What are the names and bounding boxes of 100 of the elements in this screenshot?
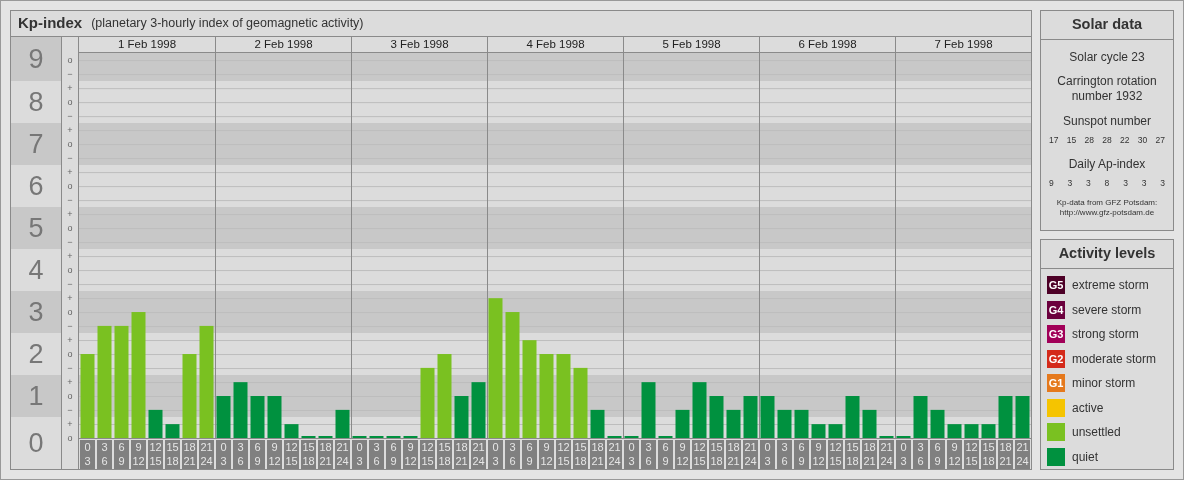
sunspot-value: 15 [1066, 134, 1077, 147]
sunspot-value: 30 [1137, 134, 1148, 147]
day-label: 2 Feb 1998 [215, 37, 351, 52]
sunspot-value: 27 [1155, 134, 1165, 147]
ap-index-heading: Daily Ap-index [1068, 155, 1146, 173]
sunspot-value: 22 [1120, 134, 1130, 147]
sunspot-value: 28 [1102, 134, 1112, 147]
level-label: strong storm [1072, 326, 1139, 344]
time-label: 12 15 [420, 440, 435, 469]
y-minor-tick-label: + [66, 418, 74, 430]
ap-index-value: 3 [1067, 176, 1073, 190]
time-label: 15 18 [165, 440, 180, 469]
y-minor-tick-label: − [66, 362, 74, 374]
y-minor-tick-label: − [66, 236, 74, 249]
level-label: moderate storm [1072, 350, 1157, 368]
time-label: 3 6 [641, 440, 656, 469]
time-label: 12 15 [692, 440, 707, 469]
level-label: unsettled [1072, 424, 1121, 442]
panel-title: Solar data [1041, 11, 1173, 40]
time-label: 15 18 [709, 440, 724, 469]
solar-cycle-text: Solar cycle 23 [1069, 49, 1145, 66]
source-note: http://www.gfz-potsdam.de [1059, 207, 1155, 218]
time-label: 9 12 [675, 440, 690, 469]
time-label: 9 12 [131, 440, 146, 469]
time-label: 18 21 [726, 440, 741, 469]
time-label: 21 24 [471, 440, 486, 469]
y-axis-label: 5 [11, 207, 61, 250]
ap-index-value: 3 [1086, 176, 1091, 190]
y-minor-tick-label: + [66, 292, 74, 305]
carrington-rotation-text: Carrington rotation number 1932 [1056, 74, 1158, 104]
y-minor-tick-label: o [66, 54, 74, 67]
y-minor-tick-label: + [66, 208, 74, 221]
y-minor-tick-label: − [66, 152, 74, 165]
sunspot-heading: Sunspot number [1062, 113, 1152, 130]
time-label: 12 15 [964, 440, 979, 469]
time-label: 18 21 [318, 440, 333, 469]
level-label: active [1072, 399, 1104, 417]
time-label: 15 18 [845, 440, 860, 469]
time-label: 0 3 [760, 440, 775, 469]
y-minor-tick-label: o [66, 432, 74, 444]
time-label: 0 3 [216, 440, 231, 469]
time-label: 21 24 [335, 440, 350, 469]
time-label: 12 15 [556, 440, 571, 469]
time-label: 9 12 [811, 440, 826, 469]
ap-index-value: 3 [1123, 176, 1128, 190]
y-minor-tick-label: o [66, 222, 74, 235]
level-label: severe storm [1072, 301, 1142, 319]
y-minor-tick-label: − [66, 404, 74, 416]
y-minor-tick-label: o [66, 180, 74, 193]
sunspot-value: 17 [1049, 134, 1059, 147]
day-label: 6 Feb 1998 [759, 37, 895, 52]
y-axis-label: 7 [11, 123, 61, 166]
time-label: 3 6 [913, 440, 928, 469]
y-minor-tick-label: − [66, 68, 74, 81]
chart-subtitle: (planetary 3-hourly index of geomagnetic activity) [91, 15, 364, 33]
time-label: 3 6 [369, 440, 384, 469]
time-label: 18 21 [454, 440, 469, 469]
time-label: 6 9 [522, 440, 537, 469]
chart-title: Kp-index [18, 13, 83, 34]
level-swatch: G2 [1047, 349, 1065, 368]
time-label: 3 6 [233, 440, 248, 469]
y-axis-label: 9 [11, 37, 61, 82]
y-minor-tick-label: o [66, 348, 74, 360]
level-swatch: G5 [1047, 276, 1065, 295]
time-label: 9 12 [539, 440, 554, 469]
time-label: 6 9 [386, 440, 401, 469]
level-label: quiet [1072, 448, 1099, 466]
time-label: 6 9 [658, 440, 673, 469]
sunspot-value: 28 [1084, 134, 1094, 147]
time-label: 9 12 [267, 440, 282, 469]
time-label: 12 15 [284, 440, 299, 469]
level-swatch: G4 [1047, 300, 1065, 319]
day-label: 5 Feb 1998 [623, 37, 759, 52]
y-axis-label: 1 [11, 375, 61, 417]
time-label: 9 12 [947, 440, 962, 469]
ap-index-value: 9 [1049, 176, 1054, 190]
level-swatch: G3 [1047, 325, 1065, 344]
time-label: 6 9 [114, 440, 129, 469]
time-label: 21 24 [879, 440, 894, 469]
time-label: 3 6 [505, 440, 520, 469]
y-minor-tick-label: o [66, 96, 74, 109]
time-label: 12 15 [828, 440, 843, 469]
y-minor-tick-label: − [66, 278, 74, 291]
level-swatch: G1 [1047, 374, 1065, 393]
time-label: 0 3 [624, 440, 639, 469]
y-minor-tick-label: − [66, 110, 74, 123]
time-label: 0 3 [80, 440, 95, 469]
day-label: 7 Feb 1998 [895, 37, 1031, 52]
time-label: 18 21 [182, 440, 197, 469]
day-label: 3 Feb 1998 [351, 37, 487, 52]
ap-index-value: 3 [1141, 176, 1147, 190]
time-label: 21 24 [1015, 440, 1030, 469]
time-label: 21 24 [199, 440, 214, 469]
y-minor-tick-label: − [66, 320, 74, 333]
time-label: 3 6 [777, 440, 792, 469]
ap-index-value: 3 [1160, 176, 1165, 190]
time-label: 18 21 [998, 440, 1013, 469]
time-label: 0 3 [896, 440, 911, 469]
level-label: extreme storm [1072, 277, 1149, 295]
time-label: 9 12 [403, 440, 418, 469]
